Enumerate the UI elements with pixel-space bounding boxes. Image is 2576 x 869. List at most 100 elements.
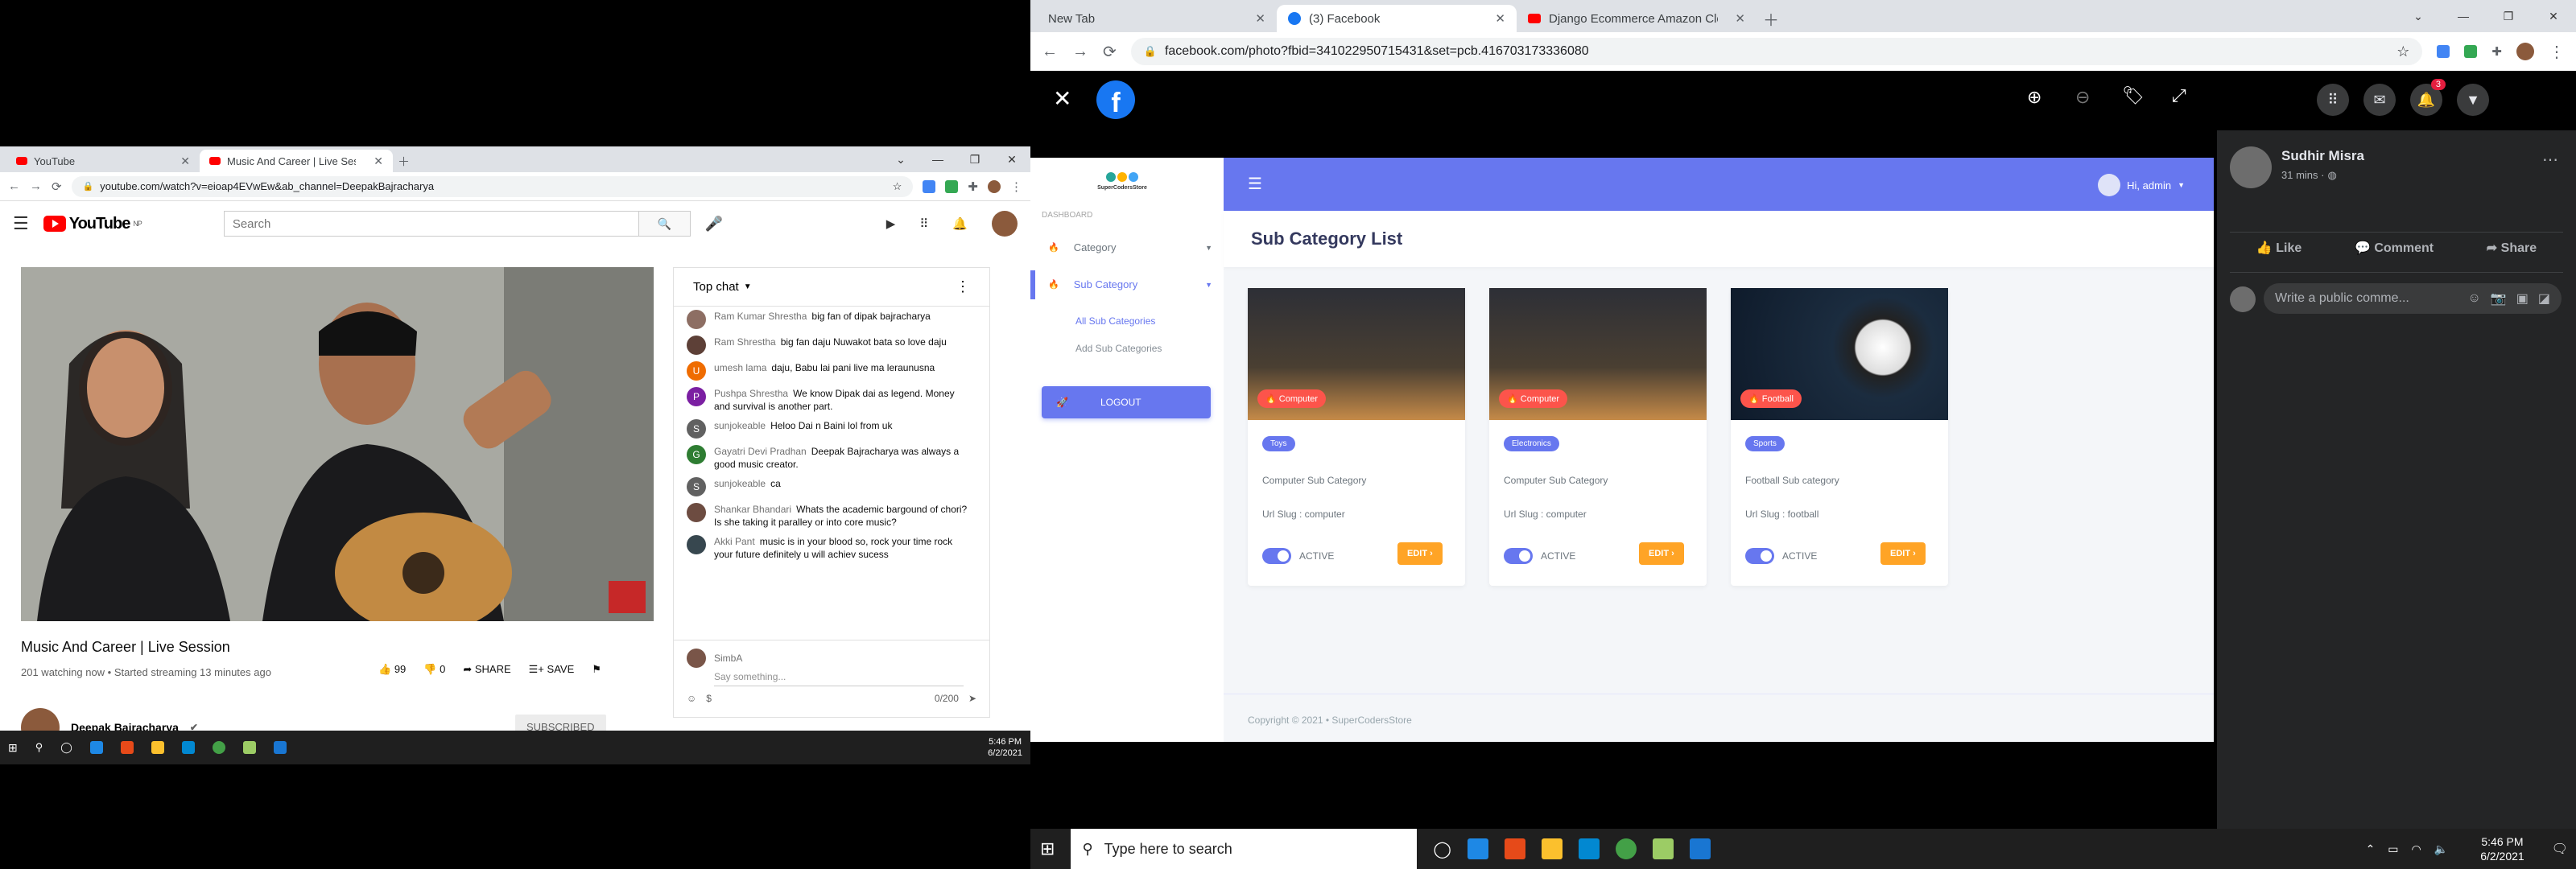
puzzle-icon[interactable]: ✚: [2491, 44, 2502, 59]
new-tab-icon[interactable]: ＋: [1763, 5, 1779, 32]
wifi-icon[interactable]: ◠: [2412, 842, 2421, 856]
status-toggle[interactable]: [1504, 548, 1533, 564]
minimize-icon[interactable]: —: [2441, 0, 2486, 32]
vscode-icon[interactable]: [1689, 838, 1711, 859]
reload-icon[interactable]: ⟳: [52, 179, 62, 194]
chat-author[interactable]: Ram Shrestha: [714, 336, 776, 348]
tab-search-icon[interactable]: ⌄: [2396, 0, 2441, 32]
messenger-icon[interactable]: ✉: [2363, 84, 2396, 116]
apps-grid-icon[interactable]: ⠿: [919, 216, 928, 231]
bookmark-star-icon[interactable]: ☆: [893, 180, 902, 193]
account-avatar[interactable]: [992, 211, 1018, 237]
minimize-icon[interactable]: —: [919, 146, 956, 172]
profile-avatar[interactable]: [988, 179, 1001, 193]
edit-button[interactable]: EDIT ›: [1639, 542, 1684, 565]
url-field[interactable]: 🔒 facebook.com/photo?fbid=34102295071543…: [1130, 38, 2423, 65]
taskbar-app-icon[interactable]: [89, 741, 103, 754]
notifications-bell-icon[interactable]: 🔔 3: [2410, 79, 2446, 116]
menu-dots-icon[interactable]: ⋮: [1010, 179, 1022, 194]
sidebar-subitem-all[interactable]: All Sub Categories: [1075, 315, 1155, 327]
search-input[interactable]: [224, 212, 638, 236]
zoom-out-icon[interactable]: ⊖: [2075, 87, 2090, 108]
close-tab-icon[interactable]: ✕: [1495, 11, 1505, 26]
chat-author[interactable]: Gayatri Devi Pradhan: [714, 446, 807, 457]
more-options-icon[interactable]: ⋮: [956, 278, 970, 295]
maximize-icon[interactable]: ❐: [2486, 0, 2531, 32]
menu-grid-icon[interactable]: ⠿: [2317, 84, 2349, 116]
tab-facebook[interactable]: (3) Facebook ✕: [1277, 5, 1517, 32]
poster-name[interactable]: Sudhir Misra: [2281, 148, 2364, 164]
camera-icon[interactable]: 📷: [2491, 290, 2507, 307]
status-toggle[interactable]: [1262, 548, 1291, 564]
profile-avatar[interactable]: [2516, 43, 2534, 60]
account-dropdown-icon[interactable]: ▼: [2457, 84, 2489, 116]
chat-author[interactable]: Shankar Bhandari: [714, 504, 791, 515]
vscode-icon[interactable]: [273, 741, 287, 754]
close-viewer-icon[interactable]: ✕: [1053, 85, 1071, 112]
puzzle-icon[interactable]: ✚: [968, 179, 978, 194]
reload-icon[interactable]: ⟳: [1103, 42, 1117, 62]
back-icon[interactable]: ←: [1042, 43, 1058, 61]
emoji-icon[interactable]: ☺: [687, 693, 696, 704]
tray-expand-icon[interactable]: ⌃: [2366, 842, 2376, 856]
edit-button[interactable]: EDIT ›: [1880, 542, 1926, 565]
close-tab-icon[interactable]: ✕: [1735, 11, 1745, 26]
poster-avatar[interactable]: [2230, 146, 2272, 188]
pycharm-icon[interactable]: [242, 741, 256, 754]
menu-dots-icon[interactable]: ⋮: [2549, 42, 2565, 62]
chat-author[interactable]: sunjokeable: [714, 478, 766, 489]
taskbar-app-icon[interactable]: [1467, 838, 1488, 859]
tab-new-tab[interactable]: New Tab ✕: [1037, 5, 1277, 32]
create-video-icon[interactable]: ▶︎: [886, 216, 896, 231]
task-view-icon[interactable]: ◯: [1433, 839, 1451, 859]
tag-icon[interactable]: 🏷: [2122, 85, 2145, 106]
file-explorer-icon[interactable]: [151, 741, 164, 754]
post-options-icon[interactable]: ⋯: [2542, 150, 2558, 170]
extension-icon[interactable]: [2464, 45, 2478, 58]
maximize-icon[interactable]: ❐: [956, 146, 993, 172]
post-time[interactable]: 31 mins ·: [2281, 169, 2324, 182]
extension-icon[interactable]: [945, 179, 959, 193]
fullscreen-icon[interactable]: ⤢: [2172, 85, 2186, 106]
back-icon[interactable]: ←: [8, 179, 20, 193]
chat-author[interactable]: Akki Pant: [714, 536, 755, 547]
file-explorer-icon[interactable]: [1541, 838, 1563, 859]
report-flag-icon[interactable]: ⚑: [592, 663, 601, 676]
mail-icon[interactable]: [181, 741, 195, 754]
close-tab-icon[interactable]: ✕: [180, 154, 190, 168]
chat-message-input[interactable]: Say something...: [714, 668, 964, 686]
url-field[interactable]: 🔒 youtube.com/watch?v=eioap4EVwEw&ab_cha…: [71, 175, 914, 197]
admin-user-menu[interactable]: Hi, admin ▼: [2098, 174, 2185, 196]
battery-icon[interactable]: ▭: [2388, 842, 2398, 856]
chat-author[interactable]: Pushpa Shrestha: [714, 388, 788, 399]
tab-django[interactable]: Django Ecommerce Amazon Clo ✕: [1517, 5, 1757, 32]
search-button[interactable]: 🔍: [638, 212, 690, 236]
like-button[interactable]: 👍 99: [378, 663, 406, 676]
notifications-bell-icon[interactable]: 🔔: [952, 216, 968, 231]
chat-author[interactable]: sunjokeable: [714, 420, 766, 431]
sidebar-subitem-add[interactable]: Add Sub Categories: [1075, 343, 1162, 354]
close-window-icon[interactable]: ✕: [993, 146, 1030, 172]
gif-icon[interactable]: ▣: [2516, 290, 2529, 307]
close-window-icon[interactable]: ✕: [2531, 0, 2576, 32]
office-icon[interactable]: [120, 741, 134, 754]
extension-icon[interactable]: [2437, 45, 2450, 58]
emoji-icon[interactable]: ☺: [2467, 291, 2480, 306]
chat-mode-dropdown[interactable]: Top chat: [693, 280, 739, 294]
sidebar-item-subcategory[interactable]: 🔥 Sub Category ▼: [1048, 278, 1212, 290]
extension-icon[interactable]: [923, 179, 936, 193]
send-icon[interactable]: ➤: [968, 693, 976, 704]
share-button[interactable]: ➦ SHARE: [463, 663, 510, 676]
bookmark-star-icon[interactable]: ☆: [2396, 43, 2409, 60]
tab-live-session[interactable]: Music And Career | Live Sess ✕: [200, 150, 393, 172]
comment-input[interactable]: Write a public comme... ☺ 📷 ▣ ◪: [2264, 283, 2562, 314]
youtube-logo[interactable]: YouTube NP: [43, 215, 142, 233]
volume-icon[interactable]: 🔈: [2434, 842, 2448, 856]
comment-button[interactable]: 💬 Comment: [2355, 240, 2434, 256]
zoom-in-icon[interactable]: ⊕: [2027, 87, 2041, 108]
status-toggle[interactable]: [1745, 548, 1774, 564]
pycharm-icon[interactable]: [1652, 838, 1674, 859]
new-tab-icon[interactable]: ＋: [398, 150, 410, 172]
search-icon[interactable]: ⚲: [35, 741, 43, 754]
like-button[interactable]: 👍 Like: [2256, 240, 2301, 256]
